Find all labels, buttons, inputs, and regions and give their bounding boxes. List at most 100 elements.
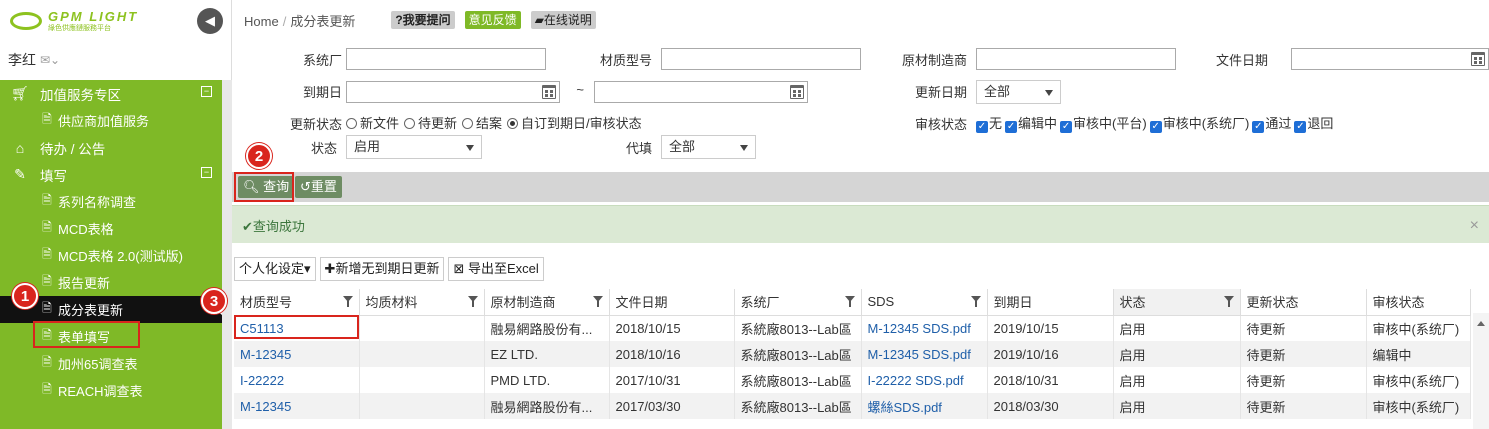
arrow-left-icon: ◀ (205, 13, 215, 28)
sidebar: GPM LIGHT 綠色供應鏈服務平台 ◀ 李红 ✉⌄ 🛒︎ 加值服务专区 − 🗎︎ 供… (0, 0, 232, 429)
close-icon[interactable]: × (1470, 217, 1479, 235)
sidebar-item-3[interactable]: ✎ 填写 − (0, 161, 222, 188)
factory-input[interactable] (346, 48, 546, 70)
review-status-option[interactable]: ✓ 审核中(平台) (1060, 113, 1147, 133)
sds-link[interactable]: M-12345 SDS.pdf (861, 315, 988, 341)
table-row[interactable]: I-22222 PMD LTD. 2017/10/31 系統廠8013--Lab區 I-… (234, 367, 1471, 393)
document-icon: 🗎︎ (42, 220, 52, 234)
add-update-button[interactable]: ✚新增无到期日更新 (319, 257, 445, 281)
sidebar-item-11[interactable]: 🗎︎ REACH调查表 (0, 377, 222, 404)
status-select[interactable]: 启用 (346, 135, 482, 159)
proxy-select[interactable]: 全部 (661, 135, 756, 159)
filter-icon[interactable] (844, 296, 855, 307)
sds-link[interactable]: 螺絲SDS.pdf (861, 393, 988, 419)
material-input[interactable] (661, 48, 861, 70)
online-help-button[interactable]: ▰在线说明 (530, 11, 596, 29)
calendar-icon[interactable] (790, 85, 804, 99)
reset-button[interactable]: ↺重置 (295, 176, 342, 198)
collapse-group-icon[interactable]: − (201, 167, 212, 178)
book-icon: ▰ (534, 13, 544, 27)
checkbox-checked-icon[interactable]: ✓ (1149, 121, 1162, 133)
update-status-option[interactable]: 自订到期日/审核状态 (507, 113, 642, 132)
export-excel-button[interactable]: ⊠ 导出至Excel (448, 257, 544, 281)
doc-date-input[interactable] (1291, 48, 1489, 70)
sidebar-item-10[interactable]: 🗎︎ 加州65调查表 (0, 350, 222, 377)
table-row[interactable]: M-12345 EZ LTD. 2018/10/16 系統廠8013--Lab區 M-1… (234, 341, 1471, 367)
material-link[interactable]: M-12345 (234, 393, 360, 419)
feedback-button[interactable]: 意见反馈 (464, 11, 521, 29)
column-header[interactable]: 材质型号 (234, 289, 360, 316)
collapse-group-icon[interactable]: − (201, 86, 212, 97)
update-date-select[interactable]: 全部 (976, 80, 1061, 104)
column-header[interactable]: 系统厂 (734, 289, 862, 316)
review-status-option[interactable]: ✓ 无 (976, 113, 1002, 133)
collapse-sidebar-button[interactable]: ◀ (197, 8, 223, 34)
table-scrollbar[interactable] (1473, 313, 1489, 429)
ask-question-button[interactable]: ?我要提问 (391, 11, 455, 29)
filter-icon[interactable] (970, 296, 981, 307)
update-status-option[interactable]: 新文件 (346, 113, 399, 132)
breadcrumb-home[interactable]: Home (244, 14, 279, 29)
column-header[interactable]: 状态 (1113, 289, 1241, 316)
column-header[interactable]: 均质材料 (359, 289, 485, 316)
table-row[interactable]: M-12345 融易網路股份有... 2017/03/30 系統廠8013--Lab區… (234, 393, 1471, 419)
sds-link[interactable]: M-12345 SDS.pdf (861, 341, 988, 367)
filter-icon[interactable] (342, 296, 353, 307)
column-header-label: 原材制造商 (490, 295, 556, 311)
filter-icon[interactable] (592, 296, 603, 307)
material-link[interactable]: I-22222 (234, 367, 360, 393)
sidebar-item-1[interactable]: 🗎︎ 供应商加值服务 (0, 107, 222, 134)
review-status-option[interactable]: ✓ 编辑中 (1005, 113, 1057, 133)
material-link[interactable]: M-12345 (234, 341, 360, 367)
radio-icon[interactable] (346, 118, 357, 129)
expiry-from-input[interactable] (346, 81, 560, 103)
column-header[interactable]: 文件日期 (609, 289, 735, 316)
radio-icon[interactable] (404, 118, 416, 129)
sidebar-item-0[interactable]: 🛒︎ 加值服务专区 − (0, 80, 222, 107)
brand-subtitle: 綠色供應鏈服務平台 (48, 25, 111, 32)
sidebar-scrollbar[interactable] (222, 80, 232, 429)
column-header[interactable]: 原材制造商 (484, 289, 610, 316)
sidebar-item-label: 加值服务专区 (40, 87, 121, 103)
column-header[interactable]: 审核状态 (1366, 289, 1471, 316)
checkbox-checked-icon[interactable]: ✓ (1252, 121, 1265, 133)
calendar-icon[interactable] (542, 85, 556, 99)
column-header[interactable]: 更新状态 (1240, 289, 1367, 316)
filter-icon[interactable] (1223, 296, 1234, 307)
table-row[interactable]: C51113 融易網路股份有... 2018/10/15 系統廠8013--Lab區 M… (234, 315, 1471, 341)
caret-down-icon: ▾ (304, 261, 311, 276)
sidebar-item-4[interactable]: 🗎︎ 系列名称调查 (0, 188, 222, 215)
scroll-up-icon[interactable] (1477, 321, 1485, 326)
review-status-option[interactable]: ✓ 通过 (1252, 113, 1291, 133)
sidebar-item-6[interactable]: 🗎︎ MCD表格 2.0(测试版) (0, 242, 222, 269)
column-header-label: 状态 (1119, 295, 1146, 311)
sds-link[interactable]: I-22222 SDS.pdf (861, 367, 988, 393)
checkbox-checked-icon[interactable]: ✓ (1294, 121, 1307, 133)
filter-icon[interactable] (467, 296, 478, 307)
checkbox-checked-icon[interactable]: ✓ (1060, 121, 1073, 133)
update-status-option[interactable]: 结案 (462, 113, 502, 132)
user-menu[interactable]: 李红 ✉⌄ (0, 42, 231, 78)
sidebar-item-5[interactable]: 🗎︎ MCD表格 (0, 215, 222, 242)
material-cell-highlight (234, 315, 359, 339)
results-table: 材质型号 均质材料 原材制造商 文件日期 系统厂 SDS 到期日 状态 更新状态 审核状态 C51… (234, 289, 1471, 419)
manufacturer-input[interactable] (976, 48, 1176, 70)
chevron-down-icon (740, 145, 748, 151)
column-header-label: 更新状态 (1246, 295, 1299, 311)
column-header[interactable]: SDS (861, 289, 988, 316)
review-status-option[interactable]: ✓ 审核中(系统厂) (1149, 113, 1249, 133)
update-status-option[interactable]: 待更新 (404, 113, 457, 132)
review-status-option[interactable]: ✓ 退回 (1294, 113, 1333, 133)
option-label: 审核中(平台) (1073, 116, 1147, 131)
radio-icon[interactable] (507, 118, 519, 129)
calendar-icon[interactable] (1471, 52, 1485, 66)
checkbox-checked-icon[interactable]: ✓ (1005, 121, 1018, 133)
expiry-to-input[interactable] (594, 81, 808, 103)
brand-name: GPM LIGHT (48, 9, 139, 24)
table-cell: 系統廠8013--Lab區 (734, 367, 862, 393)
checkbox-checked-icon[interactable]: ✓ (976, 121, 988, 133)
personalize-button[interactable]: 个人化设定▾ (234, 257, 316, 281)
radio-icon[interactable] (462, 118, 474, 129)
sidebar-item-2[interactable]: ⌂ 待办 / 公告 (0, 134, 222, 161)
column-header[interactable]: 到期日 (987, 289, 1114, 316)
